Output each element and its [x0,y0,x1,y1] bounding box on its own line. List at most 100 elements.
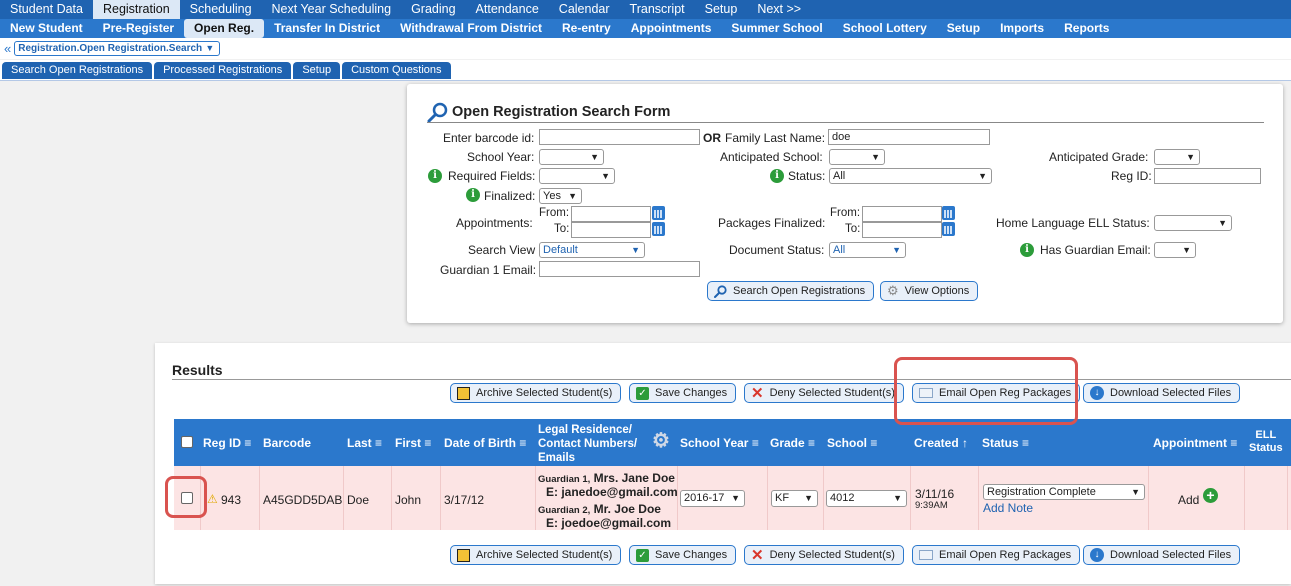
column-header-school[interactable]: School ≡ [827,436,877,450]
search-icon [714,284,727,298]
subnav-item-new-student[interactable]: New Student [0,19,93,38]
view-options-button[interactable]: ⚙ View Options [880,281,979,301]
school-year-select[interactable]: ▼ [539,149,604,165]
subnav-item-open-reg[interactable]: Open Reg. [184,19,265,38]
appointment-add-label[interactable]: Add [1178,493,1199,507]
archive-selected-button[interactable]: Archive Selected Student(s) [450,383,622,403]
appointments-to-input[interactable] [571,222,651,238]
column-header-created[interactable]: Created ↑ [914,436,968,450]
chevron-down-icon: ▼ [893,493,902,503]
column-header-grade[interactable]: Grade ≡ [770,436,815,450]
download-icon: ↓ [1090,386,1104,400]
document-status-select[interactable]: All ▼ [829,242,906,258]
nav-item-calendar[interactable]: Calendar [549,0,620,19]
tab-processed-registrations[interactable]: Processed Registrations [154,62,292,79]
download-button-label: Download Selected Files [1110,387,1232,399]
archive-selected-button-bottom[interactable]: Archive Selected Student(s) [450,545,622,565]
nav-item-registration[interactable]: Registration [92,0,180,19]
subnav-item-pre-register[interactable]: Pre-Register [93,19,184,38]
row-school-select[interactable]: 4012 ▼ [826,490,907,507]
row-status-select[interactable]: Registration Complete ▼ [983,484,1145,500]
chevron-down-icon: ▼ [1131,487,1140,497]
required-fields-select[interactable]: ▼ [539,168,615,184]
select-all-checkbox[interactable] [181,436,193,448]
column-header-school-year[interactable]: School Year ≡ [680,436,759,450]
column-header-last[interactable]: Last ≡ [347,436,382,450]
nav-item-student-data[interactable]: Student Data [0,0,93,19]
reg-id-input[interactable] [1154,168,1261,184]
nav-item-setup[interactable]: Setup [695,0,748,19]
subnav-item-re-entry[interactable]: Re-entry [552,19,621,38]
calendar-icon[interactable] [942,206,955,220]
has-guardian-email-select[interactable]: ▼ [1154,242,1196,258]
appointments-from-input[interactable] [571,206,651,222]
subnav-item-transfer-in-district[interactable]: Transfer In District [264,19,390,38]
column-header-status[interactable]: Status ≡ [982,436,1029,450]
subnav-item-imports[interactable]: Imports [990,19,1054,38]
anticipated-school-select[interactable]: ▼ [829,149,885,165]
barcode-input[interactable] [539,129,700,145]
collapse-icon[interactable]: « [4,41,11,56]
tab-search-open-registrations[interactable]: Search Open Registrations [2,62,153,79]
search-view-select[interactable]: Default ▼ [539,242,645,258]
deny-selected-button-bottom[interactable]: ✕ Deny Selected Student(s) [744,545,904,565]
add-icon[interactable]: + [1203,488,1218,503]
column-header-first[interactable]: First ≡ [395,436,431,450]
finalized-select[interactable]: Yes ▼ [539,188,582,204]
download-selected-files-button-bottom[interactable]: ↓ Download Selected Files [1083,545,1241,565]
column-divider [1244,466,1245,530]
breadcrumb-select[interactable]: Registration.Open Registration.Search ▼ [14,41,221,56]
column-header-appointment[interactable]: Appointment ≡ [1153,436,1237,450]
save-button-label: Save Changes [655,549,728,561]
info-icon[interactable]: i [770,169,784,183]
row-school-year-select[interactable]: 2016-17 ▼ [680,490,745,507]
search-open-registrations-button[interactable]: Search Open Registrations [707,281,875,301]
nav-item-scheduling[interactable]: Scheduling [180,0,262,19]
packages-to-input[interactable] [862,222,942,238]
deny-selected-button[interactable]: ✕ Deny Selected Student(s) [744,383,904,403]
add-note-link[interactable]: Add Note [983,501,1033,515]
nav-item-next-year-scheduling[interactable]: Next Year Scheduling [262,0,402,19]
calendar-icon[interactable] [942,222,955,236]
highlight-row-checkbox [165,476,207,518]
info-icon[interactable]: i [428,169,442,183]
column-header-reg-id[interactable]: Reg ID ≡ [203,436,251,450]
nav-item-next[interactable]: Next >> [747,0,811,19]
gear-icon[interactable]: ⚙ [652,428,670,453]
column-header-barcode[interactable]: Barcode [263,436,311,450]
subnav-item-appointments[interactable]: Appointments [621,19,722,38]
save-changes-button[interactable]: ✓ Save Changes [629,383,737,403]
subnav-item-setup[interactable]: Setup [937,19,990,38]
calendar-icon[interactable] [652,222,665,236]
chevron-down-icon: ▼ [892,245,901,255]
status-select[interactable]: All ▼ [829,168,992,184]
email-open-reg-packages-button-bottom[interactable]: Email Open Reg Packages [912,545,1081,565]
column-divider [343,466,344,530]
form-divider [427,122,1264,123]
nav-item-attendance[interactable]: Attendance [466,0,549,19]
tab-setup[interactable]: Setup [293,62,341,79]
home-language-select[interactable]: ▼ [1154,215,1232,231]
tab-custom-questions[interactable]: Custom Questions [342,62,451,79]
subnav-item-reports[interactable]: Reports [1054,19,1119,38]
row-grade-select[interactable]: KF ▼ [771,490,818,507]
packages-from-input[interactable] [862,206,942,222]
subnav-item-summer-school[interactable]: Summer School [721,19,832,38]
guardian1-email-input[interactable] [539,261,700,277]
family-last-name-input[interactable]: doe [828,129,990,145]
save-changes-button-bottom[interactable]: ✓ Save Changes [629,545,737,565]
subnav-item-school-lottery[interactable]: School Lottery [833,19,937,38]
family-last-name-label: Family Last Name: [725,131,826,145]
nav-item-transcript[interactable]: Transcript [620,0,695,19]
nav-item-grading[interactable]: Grading [401,0,465,19]
download-selected-files-button[interactable]: ↓ Download Selected Files [1083,383,1241,403]
info-icon[interactable]: i [466,188,480,202]
info-icon[interactable]: i [1020,243,1034,257]
subnav-item-withdrawal-from-district[interactable]: Withdrawal From District [390,19,552,38]
anticipated-grade-select[interactable]: ▼ [1154,149,1200,165]
column-divider [1148,466,1149,530]
column-header-date-of-birth[interactable]: Date of Birth ≡ [444,436,526,450]
column-header-legal-residence[interactable]: Legal Residence/ Contact Numbers/ Emails [538,423,637,465]
calendar-icon[interactable] [652,206,665,220]
column-header-ell-status[interactable]: ELL Status [1249,429,1283,455]
